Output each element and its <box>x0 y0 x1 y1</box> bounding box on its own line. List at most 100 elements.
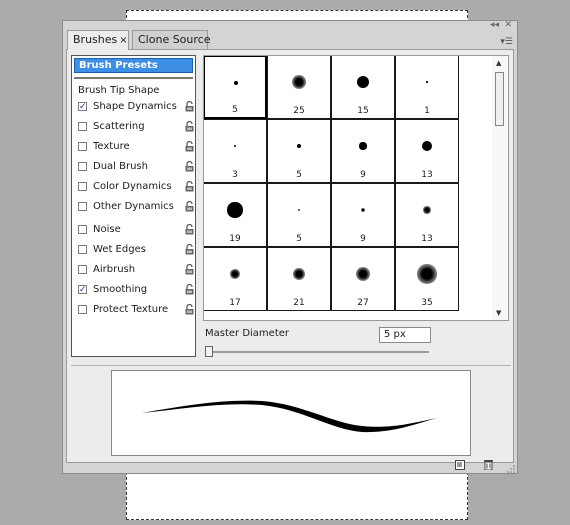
lock-icon[interactable] <box>185 201 194 212</box>
brush-preset-cell[interactable]: 13 <box>395 183 459 247</box>
brush-size-label: 3 <box>232 170 238 180</box>
brush-options-list: Brush Presets Brush Tip Shape ✓ Shape Dyn… <box>71 55 196 357</box>
stroke-preview <box>111 370 471 456</box>
option-label: Protect Texture <box>93 304 169 315</box>
option-item[interactable]: ✓ Smoothing <box>78 284 194 298</box>
brush-size-label: 21 <box>293 298 305 308</box>
brush-preset-cell[interactable]: 17 <box>204 247 267 311</box>
lock-icon[interactable] <box>185 304 194 315</box>
brush-preset-cell[interactable]: 15 <box>331 56 395 119</box>
option-item[interactable]: Texture <box>78 141 194 155</box>
tab-close-icon[interactable]: × <box>119 35 127 46</box>
option-item[interactable]: ✓ Shape Dynamics <box>78 101 194 115</box>
brush-preset-cell[interactable]: 21 <box>267 247 331 311</box>
option-item[interactable]: Scattering <box>78 121 194 135</box>
brush-size-label: 17 <box>229 298 241 308</box>
option-checkbox[interactable] <box>78 305 87 314</box>
lock-icon[interactable] <box>185 224 194 235</box>
brush-tip-preview <box>359 142 367 150</box>
brush-preset-cell[interactable]: 13 <box>395 119 459 183</box>
option-checkbox[interactable] <box>78 265 87 274</box>
tab-brushes[interactable]: Brushes × <box>67 30 129 50</box>
close-icon[interactable]: ✕ <box>504 21 512 30</box>
trash-icon[interactable] <box>483 459 494 470</box>
option-item[interactable]: Protect Texture <box>78 304 194 318</box>
option-checkbox[interactable] <box>78 202 87 211</box>
option-checkbox[interactable] <box>78 122 87 131</box>
option-item[interactable]: Other Dynamics <box>78 201 194 215</box>
lock-icon[interactable] <box>185 264 194 275</box>
brush-size-label: 5 <box>232 105 238 115</box>
brush-tip-shape-item[interactable]: Brush Tip Shape <box>78 85 159 96</box>
scroll-up-icon[interactable]: ▲ <box>496 59 501 67</box>
brush-tip-preview <box>417 264 437 284</box>
brush-preset-cell[interactable]: 5 <box>267 183 331 247</box>
brush-preset-cell[interactable]: 5 <box>267 119 331 183</box>
option-checkbox[interactable] <box>78 245 87 254</box>
brush-tip-preview <box>227 202 243 218</box>
brush-preset-cell[interactable]: 5 <box>204 56 267 119</box>
brush-preset-cell[interactable]: 3 <box>204 119 267 183</box>
diameter-slider-track[interactable] <box>209 351 429 353</box>
option-checkbox[interactable]: ✓ <box>78 102 87 112</box>
brush-size-label: 13 <box>421 170 433 180</box>
stroke-path <box>142 400 437 433</box>
brush-preset-cell[interactable]: 35 <box>395 247 459 311</box>
brush-preset-cell[interactable]: 19 <box>204 183 267 247</box>
option-checkbox[interactable] <box>78 182 87 191</box>
brush-preset-cell[interactable]: 9 <box>331 183 395 247</box>
brush-tip-preview <box>234 81 238 85</box>
brush-size-label: 9 <box>360 170 366 180</box>
option-item[interactable]: Color Dynamics <box>78 181 194 195</box>
scroll-thumb[interactable] <box>495 72 504 126</box>
collapse-icon[interactable]: ◂◂ <box>490 21 499 30</box>
brush-presets-item[interactable]: Brush Presets <box>74 58 193 73</box>
lock-icon[interactable] <box>185 244 194 255</box>
option-label: Smoothing <box>93 284 148 295</box>
lock-icon[interactable] <box>185 161 194 172</box>
brush-tip-preview <box>233 144 237 148</box>
brush-preset-cell[interactable]: 25 <box>267 56 331 119</box>
lock-icon[interactable] <box>185 141 194 152</box>
brush-size-label: 13 <box>421 234 433 244</box>
option-checkbox[interactable] <box>78 142 87 151</box>
stroke-preview-graphic <box>142 400 437 433</box>
tab-label: Brushes <box>73 33 118 46</box>
divider <box>71 365 511 366</box>
lock-icon[interactable] <box>185 101 194 112</box>
brush-size-label: 19 <box>229 234 241 244</box>
menu-icon[interactable]: ▾☰ <box>500 37 513 47</box>
brush-tip-preview <box>292 75 306 89</box>
brush-size-label: 27 <box>357 298 369 308</box>
option-item[interactable]: Wet Edges <box>78 244 194 258</box>
brush-preset-cell[interactable]: 27 <box>331 247 395 311</box>
tab-label: Clone Source <box>138 33 211 46</box>
brush-tip-preview <box>293 268 305 280</box>
brush-preset-cell[interactable]: 1 <box>395 56 459 119</box>
panel-body: Brush Presets Brush Tip Shape ✓ Shape Dyn… <box>66 49 514 463</box>
tab-clone-source[interactable]: Clone Source <box>132 30 211 49</box>
option-checkbox[interactable]: ✓ <box>78 285 87 295</box>
option-item[interactable]: Noise <box>78 224 194 238</box>
option-checkbox[interactable] <box>78 225 87 234</box>
option-checkbox[interactable] <box>78 162 87 171</box>
lock-icon[interactable] <box>185 121 194 132</box>
new-brush-icon[interactable] <box>455 460 465 470</box>
option-item[interactable]: Dual Brush <box>78 161 194 175</box>
brush-tip-preview <box>230 269 240 279</box>
brush-tip-preview <box>360 207 366 213</box>
scroll-down-icon[interactable]: ▼ <box>496 309 501 317</box>
resize-grip-icon[interactable] <box>507 465 515 473</box>
option-label: Scattering <box>93 121 145 132</box>
brush-preset-cell[interactable]: 9 <box>331 119 395 183</box>
lock-icon[interactable] <box>185 284 194 295</box>
master-diameter-input[interactable]: 5 px <box>379 327 431 343</box>
brush-size-label: 15 <box>357 106 369 116</box>
lock-icon[interactable] <box>185 181 194 192</box>
brushes-panel: ◂◂ ✕ Brushes × Clone Source ▾☰ Brush Pres… <box>62 20 518 474</box>
grid-scrollbar[interactable]: ▲ ▼ <box>492 56 508 320</box>
option-item[interactable]: Airbrush <box>78 264 194 278</box>
brush-tip-preview <box>421 140 433 152</box>
brush-preset-grid: 5 25 15 1 3 5 9 13 19 5 9 13 17 21 27 35 ▲ ▼ <box>203 55 509 321</box>
diameter-slider-thumb[interactable] <box>205 346 213 357</box>
